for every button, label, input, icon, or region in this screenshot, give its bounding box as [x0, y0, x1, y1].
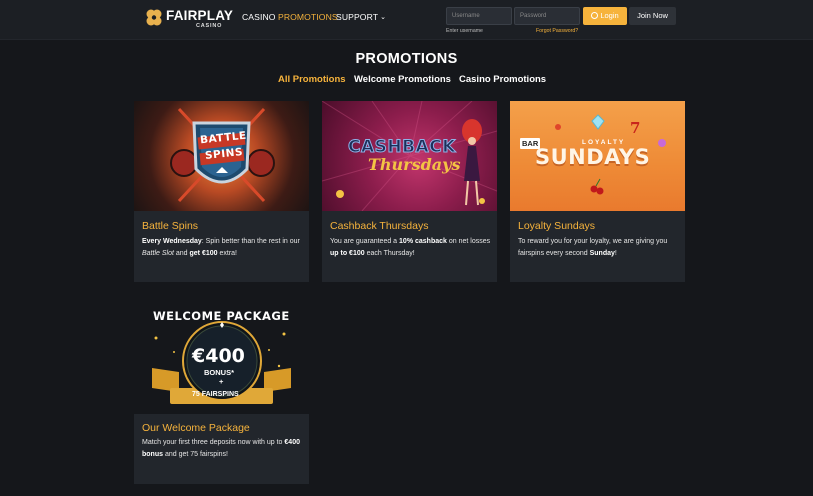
card-description: To reward you for your loyalty, we are g… — [518, 236, 680, 260]
page-title: PROMOTIONS — [355, 51, 458, 67]
login-button[interactable]: Login — [583, 7, 627, 25]
logo-subtext: CASINO — [196, 23, 223, 29]
card-description: Every Wednesday: Spin better than the re… — [142, 236, 304, 260]
desc-text: : Spin better than the rest in our — [201, 238, 300, 245]
nav-support[interactable]: SUPPORT ⌄ — [336, 12, 386, 22]
card-title[interactable]: Loyalty Sundays — [518, 220, 595, 232]
desc-bold: 10% cashback — [399, 238, 447, 245]
promo-card-cashback-thursdays[interactable]: CASHBACK Thursdays Cashback Thursdays Yo… — [322, 101, 497, 282]
join-now-button[interactable]: Join Now — [629, 7, 676, 25]
nav-promotions[interactable]: PROMOTIONS — [278, 12, 338, 22]
desc-text: on net losses — [446, 238, 491, 245]
cashback-banner-line1: CASHBACK — [348, 137, 456, 158]
welcome-banner-title: WELCOME PACKAGE — [153, 309, 290, 323]
card-title[interactable]: Our Welcome Package — [142, 422, 250, 434]
fairplay-logo[interactable]: FAIRPLAY CASINO — [144, 7, 233, 31]
desc-bold: Sunday — [589, 250, 615, 257]
enter-username-hint: Enter username — [446, 28, 483, 34]
desc-text: You are guaranteed a — [330, 238, 400, 245]
card-title[interactable]: Battle Spins — [142, 220, 198, 232]
promo-card-loyalty-sundays[interactable]: BAR 7 LOYALTY SUNDAYS Loyalty Sundays To… — [510, 101, 685, 282]
battle-spins-banner[interactable]: BATTLE SPINS — [134, 101, 309, 211]
user-icon — [591, 12, 599, 19]
card-description: You are guaranteed a 10% cashback on net… — [330, 236, 492, 260]
card-description: Match your first three deposits now with… — [142, 437, 304, 461]
welcome-banner-bonus: BONUS* — [204, 368, 235, 377]
welcome-banner-amount: €400 — [192, 345, 245, 367]
desc-bold: up to €100 — [330, 250, 365, 257]
tab-casino-promotions[interactable]: Casino Promotions — [459, 74, 546, 85]
nav-support-label: SUPPORT — [336, 12, 379, 22]
login-button-label: Login — [600, 11, 619, 20]
tab-all-promotions[interactable]: All Promotions — [278, 74, 346, 85]
desc-text: ! — [614, 250, 617, 257]
promo-card-battle-spins[interactable]: BATTLE SPINS Battle Spins Every Wednesda… — [134, 101, 309, 282]
password-input[interactable]: Password — [514, 7, 580, 25]
desc-text: and get 75 fairspins! — [163, 451, 228, 458]
desc-bold: get €100 — [189, 250, 218, 257]
clover-logo-icon — [146, 9, 162, 26]
desc-text: each Thursday! — [364, 250, 415, 257]
username-input[interactable]: Username — [446, 7, 512, 25]
card-title[interactable]: Cashback Thursdays — [330, 220, 428, 232]
forgot-password-link[interactable]: Forgot Password? — [536, 28, 578, 34]
logo-text: FAIRPLAY — [166, 8, 234, 23]
join-now-label: Join Now — [637, 11, 668, 20]
tab-welcome-promotions[interactable]: Welcome Promotions — [354, 74, 451, 85]
desc-text: extra! — [217, 250, 237, 257]
chevron-down-icon: ⌄ — [380, 14, 387, 21]
welcome-package-banner[interactable]: WELCOME PACKAGE €400 BONUS* + 75 FAIRSPI… — [134, 300, 309, 414]
loyalty-banner-big: SUNDAYS — [535, 145, 651, 169]
username-placeholder: Username — [452, 13, 480, 19]
loyalty-sundays-banner[interactable]: BAR 7 LOYALTY SUNDAYS — [510, 101, 685, 211]
desc-italic: Battle Slot — [142, 250, 174, 257]
top-navbar: FAIRPLAY CASINO CASINO PROMOTIONS SUPPOR… — [0, 0, 813, 40]
welcome-banner-spins: 75 FAIRSPINS — [192, 391, 239, 398]
desc-text: and — [173, 250, 190, 257]
desc-bold: Every Wednesday — [142, 238, 202, 245]
promo-card-welcome-package[interactable]: WELCOME PACKAGE €400 BONUS* + 75 FAIRSPI… — [134, 300, 309, 484]
desc-text: Match your first three deposits now with… — [142, 439, 285, 446]
loyalty-banner-seven: 7 — [630, 119, 641, 137]
welcome-banner-plus: + — [219, 377, 224, 386]
password-placeholder: Password — [520, 13, 547, 19]
cashback-banner-line2: Thursdays — [368, 155, 461, 174]
nav-casino[interactable]: CASINO — [242, 12, 276, 22]
cashback-thursdays-banner[interactable]: CASHBACK Thursdays — [322, 101, 497, 211]
